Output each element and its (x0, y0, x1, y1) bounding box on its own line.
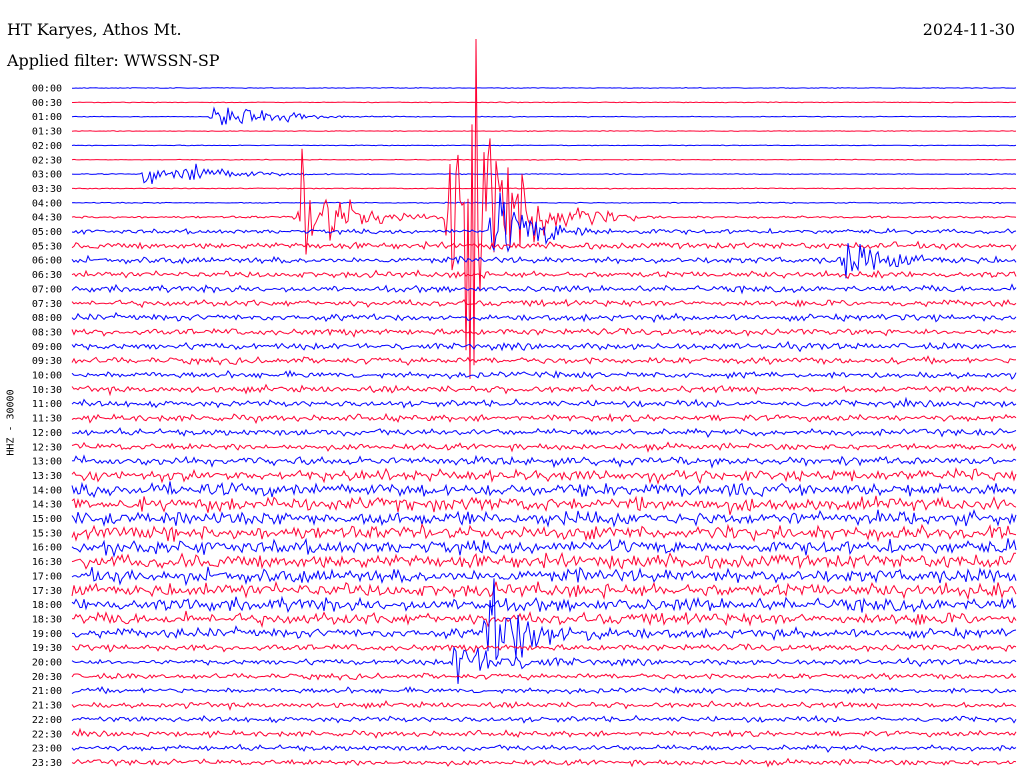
row-time-label: 12:30 (32, 442, 62, 453)
row-time-label: 13:00 (32, 457, 62, 468)
row-time-label: 04:00 (32, 198, 62, 209)
row-time-label: 23:30 (32, 758, 62, 769)
trace-row (71, 685, 1017, 695)
row-time-label: 22:30 (32, 729, 62, 740)
trace-row (71, 269, 1017, 280)
row-time-label: 08:00 (32, 313, 62, 324)
row-time-label: 12:00 (32, 428, 62, 439)
row-time-label: 17:30 (32, 586, 62, 597)
row-time-label: 14:30 (32, 500, 62, 511)
row-time-label: 09:30 (32, 356, 62, 367)
row-time-label: 16:00 (32, 543, 62, 554)
row-time-label: 19:00 (32, 629, 62, 640)
trace-row (71, 509, 1017, 528)
trace-row (71, 727, 1017, 739)
row-time-label: 02:00 (32, 141, 62, 152)
row-time-label: 10:30 (32, 385, 62, 396)
trace-row (71, 144, 1017, 147)
row-time-label: 13:30 (32, 471, 62, 482)
row-time-label: 03:00 (32, 170, 62, 181)
trace-row (71, 700, 1017, 711)
trace-row (71, 610, 1017, 629)
trace-row (71, 672, 1017, 681)
trace-row (71, 355, 1017, 366)
trace-row (71, 383, 1017, 397)
trace-row (71, 467, 1017, 485)
row-time-label: 19:30 (32, 643, 62, 654)
row-time-label: 20:00 (32, 658, 62, 669)
row-time-label: 20:30 (32, 672, 62, 683)
row-time-label: 09:00 (32, 342, 62, 353)
row-time-label: 11:00 (32, 399, 62, 410)
row-time-label: 03:30 (32, 184, 62, 195)
trace-row (71, 454, 1017, 469)
row-time-label: 05:30 (32, 241, 62, 252)
row-time-label: 00:00 (32, 84, 62, 95)
row-time-label: 18:00 (32, 600, 62, 611)
trace-row (71, 481, 1017, 499)
trace-row (71, 340, 1017, 353)
row-time-label: 06:00 (32, 256, 62, 267)
row-time-label: 04:30 (32, 213, 62, 224)
trace-row (71, 523, 1017, 543)
trace-row (71, 396, 1017, 409)
trace-row (71, 298, 1017, 309)
trace-row (71, 595, 1017, 614)
trace-row (71, 240, 1017, 251)
row-time-label: 07:00 (32, 284, 62, 295)
row-time-label: 01:00 (32, 112, 62, 123)
trace-row (71, 427, 1017, 438)
trace-row (71, 714, 1017, 724)
trace-row (71, 495, 1017, 515)
row-time-label: 08:30 (32, 327, 62, 338)
row-time-label: 18:30 (32, 614, 62, 625)
row-time-label: 11:30 (32, 414, 62, 425)
trace-row (71, 643, 1017, 654)
trace-layer (71, 38, 1017, 768)
trace-row (71, 743, 1017, 753)
row-time-label: 02:30 (32, 155, 62, 166)
trace-row (71, 412, 1017, 425)
row-time-label: 06:30 (32, 270, 62, 281)
trace-row (72, 101, 1017, 104)
row-time-label: 23:00 (32, 744, 62, 755)
trace-row (71, 130, 1017, 133)
trace-row (71, 369, 1017, 380)
row-time-label: 21:30 (32, 701, 62, 712)
helicorder-plot: 00:00 00:30 01:00 01:30 02:00 02:30 03:00 03:30… (32, 38, 1017, 769)
trace-row (71, 757, 1017, 768)
trace-row (71, 201, 1017, 205)
trace-row (71, 646, 1017, 684)
row-time-label: 17:00 (32, 571, 62, 582)
trace-row (72, 86, 1017, 90)
trace-row (71, 327, 1017, 338)
trace-row (71, 38, 1017, 379)
row-time-label: 01:30 (32, 127, 62, 138)
trace-row (72, 187, 1017, 190)
trace-row (71, 158, 1017, 161)
row-time-label: 07:30 (32, 299, 62, 310)
row-time-label: 15:00 (32, 514, 62, 525)
trace-row (71, 163, 1017, 184)
row-time-label: 22:00 (32, 715, 62, 726)
trace-row (71, 283, 1017, 295)
row-time-label: 15:30 (32, 528, 62, 539)
trace-row (71, 580, 1017, 601)
trace-row (71, 551, 1016, 571)
trace-row (71, 311, 1017, 324)
trace-row (71, 192, 1017, 253)
time-label-layer: 00:00 00:30 01:00 01:30 02:00 02:30 03:00 03:30… (32, 84, 62, 769)
trace-row (71, 537, 1017, 558)
row-time-label: 10:00 (32, 371, 62, 382)
row-time-label: 16:30 (32, 557, 62, 568)
row-time-label: 00:30 (32, 98, 62, 109)
trace-row (71, 106, 1017, 126)
row-time-label: 05:00 (32, 227, 62, 238)
trace-row (71, 441, 1017, 453)
row-time-label: 21:00 (32, 686, 62, 697)
trace-row (71, 566, 1017, 587)
row-time-label: 14:00 (32, 485, 62, 496)
